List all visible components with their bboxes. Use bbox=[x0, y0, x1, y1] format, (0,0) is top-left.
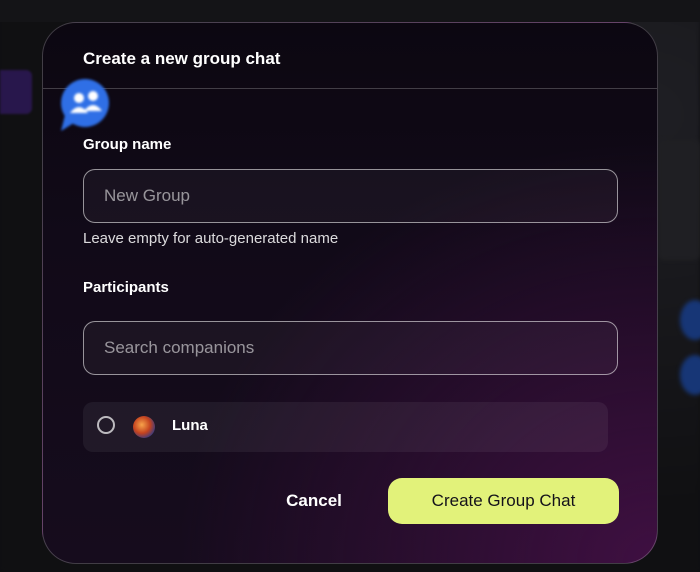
cancel-button[interactable]: Cancel bbox=[269, 479, 359, 523]
group-chat-icon bbox=[61, 79, 109, 131]
create-group-chat-dialog: Create a new group chat Group name Leave… bbox=[42, 22, 658, 564]
search-companions-input[interactable] bbox=[83, 321, 618, 375]
luna-avatar bbox=[133, 416, 155, 438]
group-name-input[interactable] bbox=[83, 169, 618, 223]
title-divider bbox=[43, 88, 657, 89]
group-name-label: Group name bbox=[83, 136, 172, 153]
dialog-title: Create a new group chat bbox=[83, 49, 281, 68]
participant-name: Luna bbox=[172, 417, 208, 434]
participants-label: Participants bbox=[83, 279, 169, 296]
create-group-chat-button[interactable]: Create Group Chat bbox=[388, 478, 619, 524]
participant-item-luna[interactable]: Luna bbox=[83, 402, 608, 452]
participant-radio[interactable] bbox=[97, 416, 115, 434]
group-name-help-text: Leave empty for auto-generated name bbox=[83, 230, 339, 247]
